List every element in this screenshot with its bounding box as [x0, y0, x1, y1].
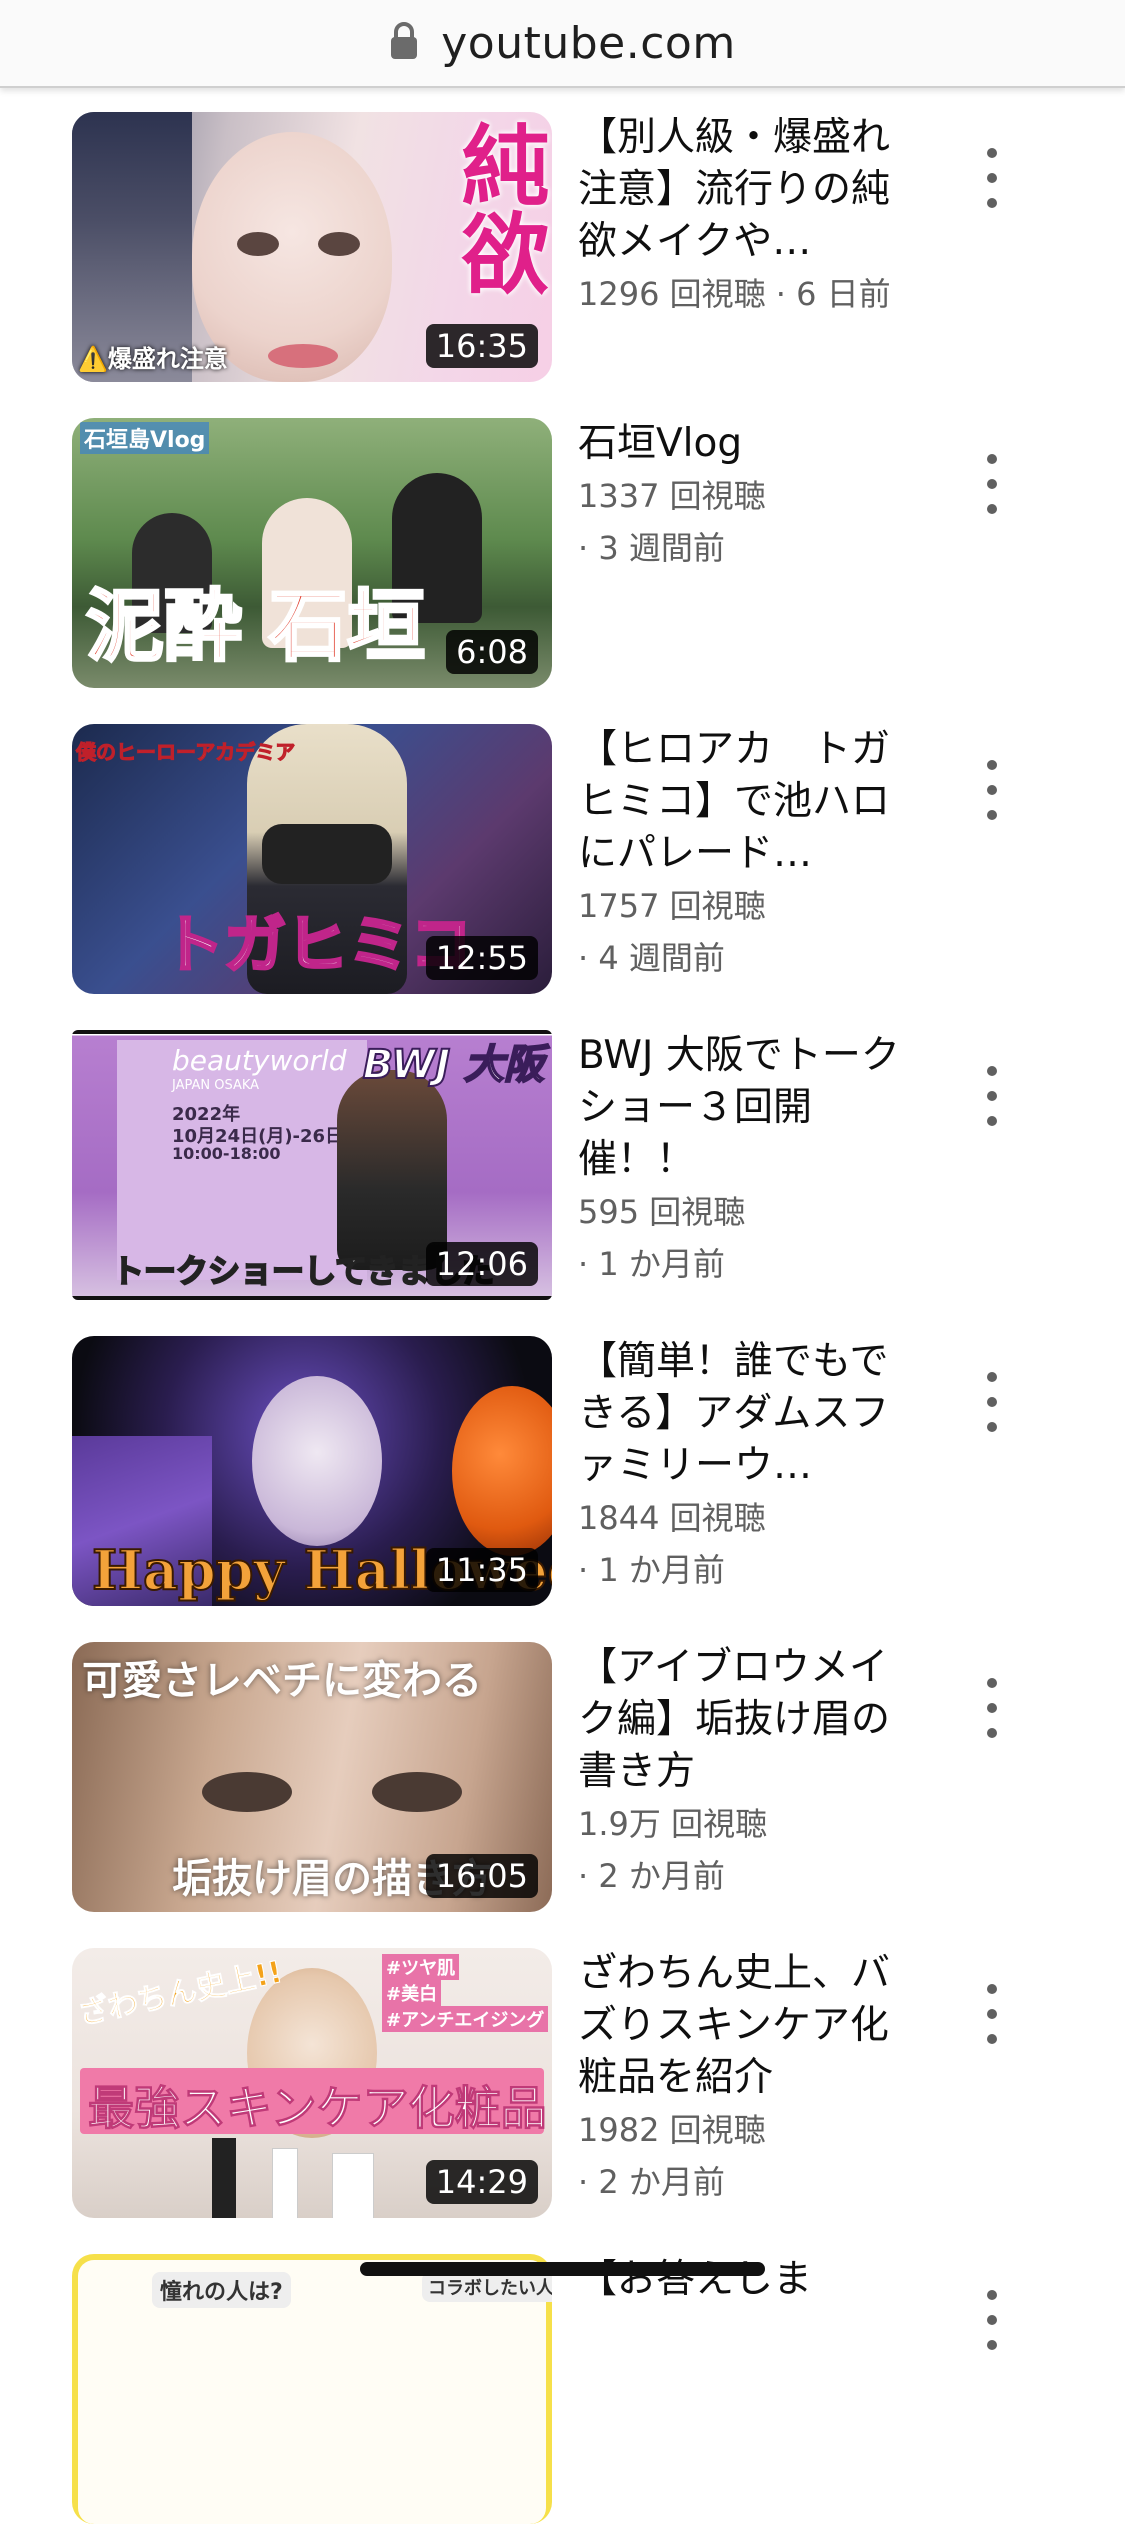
thumbnail-title-text: 純欲: [447, 120, 550, 296]
upload-age: · 3 週間前: [578, 529, 725, 567]
more-vert-icon[interactable]: [970, 1984, 1014, 2044]
view-count: 1337 回視聴: [578, 477, 766, 515]
video-duration: 16:35: [425, 324, 538, 368]
video-item[interactable]: 憧れの人は? コラボしたい人は? 【お答えしま: [0, 2254, 1125, 2524]
video-item[interactable]: 石垣島Vlog 泥酔 石垣 6:08 石垣Vlog 1337 回視聴 · 3 週…: [0, 418, 1125, 688]
more-vert-icon[interactable]: [970, 2290, 1014, 2350]
video-thumbnail[interactable]: 可愛さレベチに変わる 垢抜け眉の描き方 16:05: [72, 1642, 552, 1912]
more-vert-icon[interactable]: [970, 148, 1014, 208]
video-thumbnail[interactable]: 純欲 ⚠️爆盛れ注意 16:35: [72, 112, 552, 382]
upload-age: 6 日前: [796, 275, 891, 313]
thumbnail-logo: 僕のヒーローアカデミア: [75, 740, 296, 765]
video-thumbnail[interactable]: 憧れの人は? コラボしたい人は?: [72, 2254, 552, 2524]
video-item[interactable]: 可愛さレベチに変わる 垢抜け眉の描き方 16:05 【アイブロウメイク編】垢抜け…: [0, 1642, 1125, 1912]
lock-icon: [391, 22, 418, 59]
more-vert-icon[interactable]: [970, 1066, 1014, 1126]
video-item[interactable]: Happy Halloween 11:35 【簡単！誰でもできる】アダムスファミ…: [0, 1336, 1125, 1606]
thumbnail-caption: ⚠️爆盛れ注意: [78, 345, 228, 373]
video-thumbnail[interactable]: Happy Halloween 11:35: [72, 1336, 552, 1606]
meta-separator: ·: [775, 275, 797, 313]
video-duration: 14:29: [425, 2160, 538, 2204]
view-count: 595 回視聴: [578, 1193, 746, 1231]
video-thumbnail[interactable]: 僕のヒーローアカデミア トガヒミコ 12:55: [72, 724, 552, 994]
more-vert-icon[interactable]: [970, 1372, 1014, 1432]
video-info: 【ヒロアカ トガヒミコ】で池ハロにパレード… 1757 回視聴 · 4 週間前: [578, 724, 918, 984]
poster-brand: beautyworld: [172, 1044, 347, 1077]
thumbnail-question-1: 憧れの人は?: [152, 2272, 291, 2308]
video-duration: 12:06: [425, 1242, 538, 1286]
video-item[interactable]: 僕のヒーローアカデミア トガヒミコ 12:55 【ヒロアカ トガヒミコ】で池ハロ…: [0, 724, 1125, 994]
video-title[interactable]: 【簡単！誰でもできる】アダムスファミリーウ…: [578, 1336, 918, 1492]
hashtag-2: #美白: [382, 1980, 442, 2006]
video-duration: 11:35: [425, 1548, 538, 1592]
video-item[interactable]: beautyworld JAPAN OSAKA 2022年 10月24日(月)-…: [0, 1030, 1125, 1300]
video-duration: 16:05: [425, 1854, 538, 1898]
view-count: 1844 回視聴: [578, 1499, 766, 1537]
more-vert-icon[interactable]: [970, 454, 1014, 514]
more-vert-icon[interactable]: [970, 760, 1014, 820]
video-info: ざわちん史上、バズりスキンケア化粧品を紹介 1982 回視聴 · 2 か月前: [578, 1948, 918, 2208]
upload-age: · 2 か月前: [578, 1857, 725, 1895]
video-info: 【別人級・爆盛れ注意】流行りの純欲メイクや… 1296 回視聴 · 6 日前: [578, 112, 918, 320]
upload-age: · 4 週間前: [578, 939, 725, 977]
video-thumbnail[interactable]: 石垣島Vlog 泥酔 石垣 6:08: [72, 418, 552, 688]
video-info: 【簡単！誰でもできる】アダムスファミリーウ… 1844 回視聴 · 1 か月前: [578, 1336, 918, 1596]
hashtag-3: #アンチエイジング: [382, 2006, 549, 2032]
thumbnail-title-text: 可愛さレベチに変わる: [82, 1658, 482, 1704]
thumbnail-title-text: 泥酔 石垣: [84, 581, 426, 674]
view-count: 1.9万 回視聴: [578, 1805, 768, 1843]
video-title[interactable]: 【別人級・爆盛れ注意】流行りの純欲メイクや…: [578, 112, 918, 268]
upload-age: · 2 か月前: [578, 2163, 725, 2201]
video-title[interactable]: ざわちん史上、バズりスキンケア化粧品を紹介: [578, 1948, 918, 2104]
video-item[interactable]: ざわちん史上!! #ツヤ肌 #美白 #アンチエイジング 最強スキンケア化粧品 1…: [0, 1948, 1125, 2218]
upload-age: · 1 か月前: [578, 1551, 725, 1589]
view-count: 1757 回視聴: [578, 887, 766, 925]
view-count: 1982 回視聴: [578, 2111, 766, 2149]
video-title[interactable]: BWJ 大阪でトークショー３回開催！！: [578, 1030, 918, 1186]
thumbnail-question-2: コラボしたい人は?: [422, 2272, 552, 2302]
video-item[interactable]: 純欲 ⚠️爆盛れ注意 16:35 【別人級・爆盛れ注意】流行りの純欲メイクや… …: [0, 112, 1125, 382]
poster-hours: 10:00-18:00: [172, 1144, 281, 1163]
thumbnail-title-text: 最強スキンケア化粧品: [88, 2081, 548, 2136]
home-indicator[interactable]: [360, 2262, 765, 2276]
address-url[interactable]: youtube.com: [441, 18, 735, 69]
hashtag-1: #ツヤ肌: [382, 1954, 460, 1980]
video-info: BWJ 大阪でトークショー３回開催！！ 595 回視聴 · 1 か月前: [578, 1030, 918, 1290]
video-title[interactable]: 石垣Vlog: [578, 418, 918, 470]
upload-age: · 1 か月前: [578, 1245, 725, 1283]
video-info: 石垣Vlog 1337 回視聴 · 3 週間前: [578, 418, 918, 574]
video-duration: 12:55: [425, 936, 538, 980]
video-title[interactable]: 【ヒロアカ トガヒミコ】で池ハロにパレード…: [578, 724, 918, 880]
view-count: 1296 回視聴: [578, 275, 766, 313]
poster-subtitle: JAPAN OSAKA: [172, 1078, 260, 1093]
browser-address-bar[interactable]: youtube.com: [0, 0, 1125, 88]
video-thumbnail[interactable]: ざわちん史上!! #ツヤ肌 #美白 #アンチエイジング 最強スキンケア化粧品 1…: [72, 1948, 552, 2218]
more-vert-icon[interactable]: [970, 1678, 1014, 1738]
video-thumbnail[interactable]: beautyworld JAPAN OSAKA 2022年 10月24日(月)-…: [72, 1030, 552, 1300]
thumbnail-tag: 石垣島Vlog: [80, 422, 210, 454]
video-info: 【アイブロウメイク編】垢抜け眉の書き方 1.9万 回視聴 · 2 か月前: [578, 1642, 918, 1902]
video-title[interactable]: 【アイブロウメイク編】垢抜け眉の書き方: [578, 1642, 918, 1798]
video-duration: 6:08: [446, 630, 538, 674]
video-meta: 1296 回視聴 · 6 日前: [578, 268, 918, 320]
thumbnail-title-text: BWJ 大阪: [362, 1041, 545, 1089]
